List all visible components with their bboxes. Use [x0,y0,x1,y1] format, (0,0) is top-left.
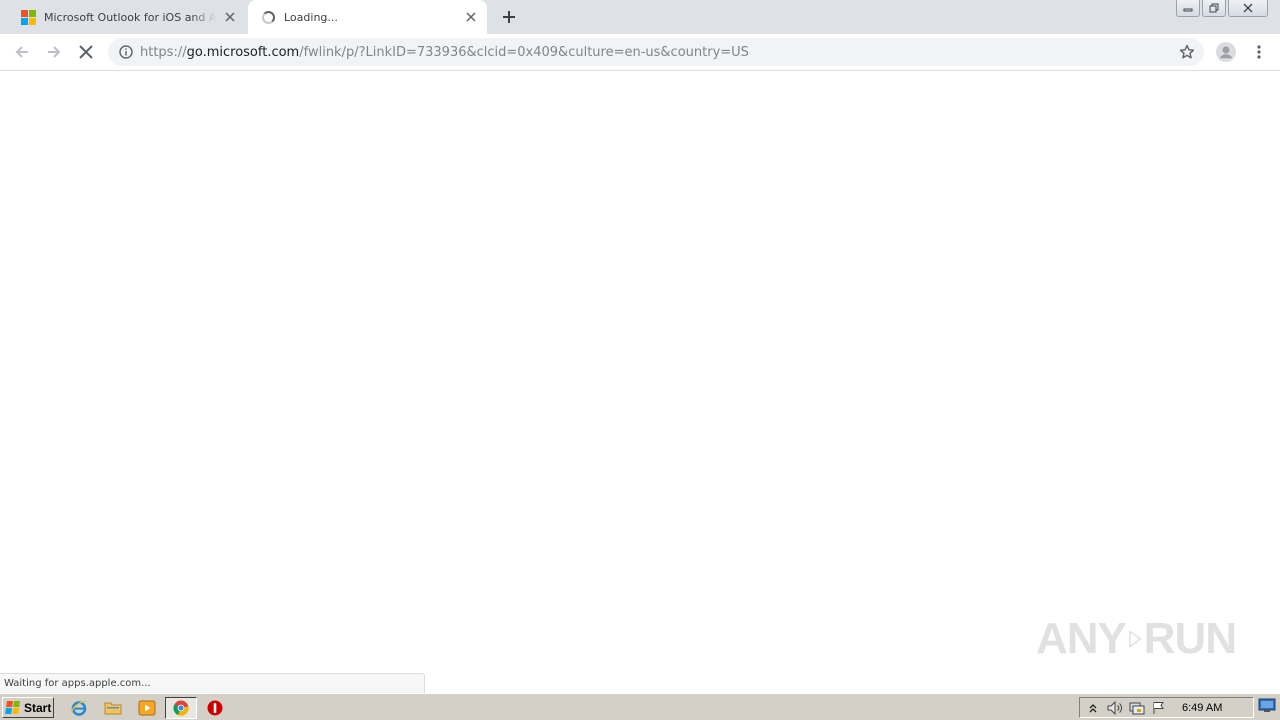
arrow-right-icon [48,46,61,58]
minimize-button[interactable] [1176,0,1200,17]
url-text[interactable]: https://go.microsoft.com/fwlink/p/?LinkI… [140,45,749,60]
back-button[interactable] [8,38,36,66]
tab-title: Loading... [284,10,338,24]
tab-outlook[interactable]: Microsoft Outlook for iOS and Android [8,0,246,34]
browser-toolbar: https://go.microsoft.com/fwlink/p/?LinkI… [0,34,1280,71]
kebab-menu-icon [1257,45,1261,59]
chevron-up-icon[interactable] [1084,700,1102,716]
window-close-button[interactable] [1228,0,1268,17]
tab-title: Microsoft Outlook for iOS and Android [44,10,216,24]
menu-button[interactable] [1245,38,1273,66]
window-controls [1174,0,1268,17]
restore-icon [1209,3,1219,13]
profile-button[interactable] [1212,38,1240,66]
start-button[interactable]: Start [2,697,54,718]
media-player-icon[interactable] [136,698,158,718]
action-center-flag-icon[interactable] [1150,700,1168,716]
close-icon[interactable] [222,9,238,25]
stop-button[interactable] [72,38,100,66]
windows-logo-icon [5,700,21,715]
taskbar: Start 6:49 AM [0,693,1280,720]
network-icon[interactable] [1128,700,1146,716]
tab-loading[interactable]: Loading... [248,0,487,34]
plus-icon [503,11,515,23]
stop-icon [79,45,93,59]
address-bar[interactable]: https://go.microsoft.com/fwlink/p/?LinkI… [108,38,1204,66]
status-bubble: Waiting for apps.apple.com... [0,673,425,693]
tab-strip: Microsoft Outlook for iOS and Android Lo… [0,0,1280,34]
microsoft-logo-icon [20,9,36,25]
watermark-right-text: RUN [1143,614,1237,663]
arrow-left-icon [15,46,28,58]
antivirus-icon[interactable] [204,698,226,718]
chrome-taskbar-button[interactable] [165,697,197,719]
url-host: go.microsoft.com [186,44,300,60]
avatar-icon [1216,42,1236,62]
volume-icon[interactable] [1106,700,1124,716]
play-icon [1129,630,1142,648]
start-label: Start [24,700,52,715]
page-content [0,72,1280,693]
new-tab-button[interactable] [498,6,520,28]
url-scheme: https:// [140,44,187,60]
chrome-icon [173,700,189,716]
bookmark-star-icon[interactable] [1178,43,1196,61]
monitor-icon [1258,698,1276,712]
url-path: /fwlink/p/?LinkID=733936&clcid=0x409&cul… [299,44,749,60]
anyrun-watermark: ANY RUN [1036,606,1237,672]
close-icon[interactable] [463,9,479,25]
restore-button[interactable] [1202,0,1226,17]
close-icon [1243,3,1253,13]
forward-button[interactable] [40,38,68,66]
minimize-icon [1183,8,1193,12]
internet-explorer-icon[interactable] [68,698,90,718]
file-explorer-icon[interactable] [102,698,124,718]
system-tray: 6:49 AM [1079,697,1254,718]
watermark-left-text: ANY [1036,614,1127,663]
info-icon[interactable] [118,44,134,60]
loading-spinner-icon [260,9,276,25]
clock: 6:49 AM [1182,701,1223,714]
show-desktop-button[interactable] [1258,697,1276,713]
